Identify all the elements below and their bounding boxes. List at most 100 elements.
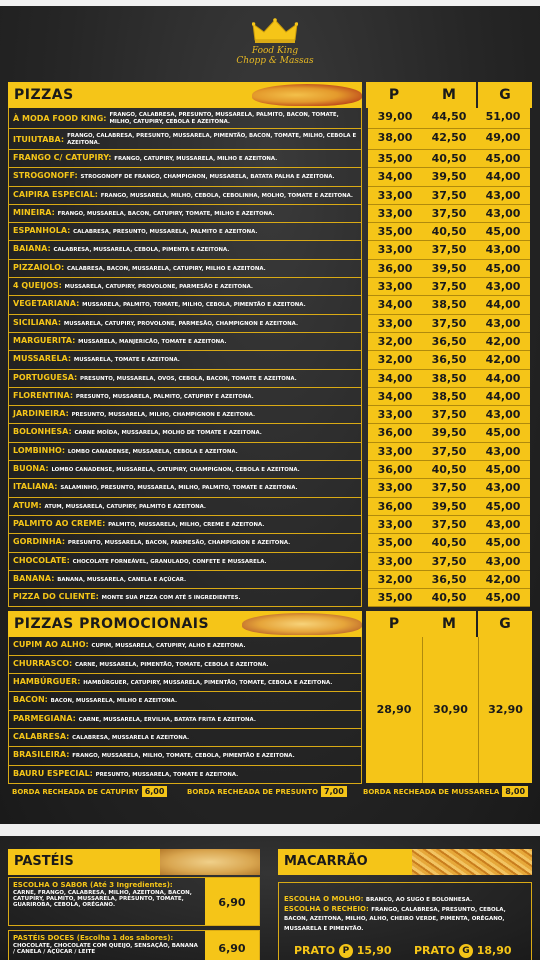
price-g: 43,00	[476, 552, 530, 571]
pastel-image	[160, 849, 260, 875]
pizza-name: PIZZA DO CLIENTE:	[13, 592, 99, 602]
promo-name: BACON:	[13, 695, 48, 705]
price-p: 34,00	[368, 296, 422, 315]
pizza-item: PIZZAIOLO: CALABRESA, BACON, MUSSARELA, …	[8, 259, 362, 279]
pizza-item: ITALIANA: SALAMINHO, PRESUNTO, MUSSARELA…	[8, 479, 362, 498]
pizza-row: PIZZA DO CLIENTE: MONTE SUA PIZZA COM AT…	[8, 589, 532, 608]
pizza-item: JARDINEIRA: PRESUNTO, MUSSARELA, MILHO, …	[8, 406, 362, 425]
recheio-line: ESCOLHA O RECHEIO: FRANGO, CALABRESA, PR…	[284, 905, 526, 934]
size-g-header: G	[478, 82, 532, 108]
macarrao-heading: MACARRÃO	[278, 849, 532, 875]
pizza-ingredients: CALABRESA, BACON, MUSSARELA, CATUPIRY, M…	[67, 265, 266, 272]
borda-presunto: BORDA RECHEADA DE PRESUNTO 7,00	[187, 786, 347, 797]
prato-p-label: PRATO	[294, 944, 336, 957]
promo-item: PARMEGIANA: CARNE, MUSSARELA, ERVILHA, B…	[8, 710, 362, 729]
pizza-item: STROGONOFF: STROGONOFF DE FRANGO, CHAMPI…	[8, 168, 362, 187]
pizza-name: ITUIUTABA:	[13, 134, 65, 144]
borda-catupiry-price: 6,00	[141, 786, 168, 797]
pastel-doce: PASTÉIS DOCES (Escolha 1 dos sabores): C…	[8, 930, 260, 960]
price-p: 33,00	[368, 442, 422, 462]
price-m: 36,50	[422, 351, 476, 370]
price-p: 34,00	[368, 369, 422, 388]
price-m: 37,50	[422, 278, 476, 297]
price-g: 45,00	[476, 223, 530, 242]
borda-mussarela: BORDA RECHEADA DE MUSSARELA 8,00	[363, 786, 529, 797]
price-p: 32,00	[368, 570, 422, 590]
pizza-row: 4 QUEIJOS: MUSSARELA, CATUPIRY, PROVOLON…	[8, 278, 532, 297]
pizza-header-row: PIZZAS P M G	[8, 82, 532, 108]
price-g: 45,00	[476, 461, 530, 480]
price-m: 37,50	[422, 241, 476, 260]
pizza-ingredients: CHOCOLATE FORNEÁVEL, GRANULADO, CONFETE …	[72, 558, 267, 565]
pizza-ingredients: MONTE SUA PIZZA COM ATÉ 5 INGREDIENTES.	[101, 595, 241, 602]
price-m: 39,50	[422, 424, 476, 443]
price-m: 44,50	[422, 108, 476, 129]
price-g: 43,00	[476, 241, 530, 260]
price-p: 33,00	[368, 406, 422, 425]
pizza-item: PIZZA DO CLIENTE: MONTE SUA PIZZA COM AT…	[8, 589, 362, 608]
price-g: 42,00	[476, 332, 530, 352]
price-g: 44,00	[476, 168, 530, 187]
pizza-row: ESPANHOLA: CALABRESA, PRESUNTO, MUSSAREL…	[8, 223, 532, 242]
price-p: 33,00	[368, 479, 422, 498]
pizza-item: À MODA FOOD KING: FRANGO, CALABRESA, PRE…	[8, 108, 362, 129]
price-p: 36,00	[368, 497, 422, 516]
pizza-row: ITUIUTABA: FRANGO, CALABRESA, PRESUNTO, …	[8, 129, 532, 150]
promo-size-p-header: P	[366, 611, 422, 638]
pastel-doce-desc: CHOCOLATE, CHOCOLATE COM QUEIJO, SENSAÇÃ…	[13, 942, 198, 955]
price-m: 38,50	[422, 296, 476, 315]
pizza-row: BANANA: BANANA, MUSSARELA, CANELA E AÇÚC…	[8, 570, 532, 590]
promo-heading: PIZZAS PROMOCIONAIS	[8, 611, 362, 638]
price-p: 33,00	[368, 241, 422, 260]
pizza-ingredients: ATUM, MUSSARELA, CATUPIRY, PALMITO E AZE…	[44, 503, 206, 510]
pastel-salgado-head: ESCOLHA O SABOR (Até 3 Ingredientes):	[13, 881, 173, 889]
molho-options: BRANCO, AO SUGO E BOLONHESA.	[365, 897, 473, 903]
price-g: 51,00	[476, 108, 530, 129]
pizza-name: MARGUERITA:	[13, 335, 76, 345]
pizza-name: ITALIANA:	[13, 482, 58, 492]
pizza-row: GORDINHA: PRESUNTO, MUSSARELA, BACON, PA…	[8, 534, 532, 553]
price-m: 37,50	[422, 314, 476, 333]
pizza-image	[252, 84, 362, 106]
pizza-row: VEGETARIANA: MUSSARELA, PALMITO, TOMATE,…	[8, 296, 532, 315]
pizza-row: MINEIRA: FRANGO, MUSSARELA, BACON, CATUP…	[8, 204, 532, 224]
price-m: 37,50	[422, 204, 476, 224]
brand-name: Food King	[251, 46, 299, 56]
pizza-row: PIZZAIOLO: CALABRESA, BACON, MUSSARELA, …	[8, 259, 532, 279]
promo-section: CUPIM AO ALHO: CUPIM, MUSSARELA, CATUPIR…	[8, 637, 532, 784]
promo-price-m: 30,90	[422, 637, 478, 784]
pizza-item: SICILIANA: MUSSARELA, CATUPIRY, PROVOLON…	[8, 314, 362, 333]
pizza-name: SICILIANA:	[13, 317, 62, 327]
price-p: 35,00	[368, 534, 422, 553]
pizza-item: VEGETARIANA: MUSSARELA, PALMITO, TOMATE,…	[8, 296, 362, 315]
prato-prices: PRATO P 15,90 PRATO G 18,90	[282, 944, 532, 960]
pizza-item: CAIPIRA ESPECIAL: FRANGO, MUSSARELA, MIL…	[8, 186, 362, 205]
price-g: 42,00	[476, 570, 530, 590]
pizza-name: PIZZAIOLO:	[13, 262, 65, 272]
pizza-name: LOMBINHO:	[13, 445, 66, 455]
pizza-item: GORDINHA: PRESUNTO, MUSSARELA, BACON, PA…	[8, 534, 362, 553]
price-m: 40,50	[422, 223, 476, 242]
price-p: 33,00	[368, 314, 422, 333]
price-p: 36,00	[368, 259, 422, 279]
pizza-row: MARGUERITA: MUSSARELA, MANJERICÃO, TOMAT…	[8, 332, 532, 352]
pizza-ingredients: MUSSARELA, MANJERICÃO, TOMATE E AZEITONA…	[78, 338, 227, 345]
borda-catupiry-label: BORDA RECHEADA DE CATUPIRY	[12, 788, 139, 796]
pizza-item: BAIANA: CALABRESA, MUSSARELA, CEBOLA, PI…	[8, 241, 362, 260]
pizza-row: À MODA FOOD KING: FRANGO, CALABRESA, PRE…	[8, 108, 532, 129]
price-p: 33,00	[368, 204, 422, 224]
price-m: 39,50	[422, 168, 476, 187]
borda-options: BORDA RECHEADA DE CATUPIRY 6,00 BORDA REC…	[12, 786, 532, 800]
prato-g-label: PRATO	[414, 944, 456, 957]
borda-presunto-price: 7,00	[321, 786, 347, 797]
pasteis-title: PASTÉIS	[14, 854, 74, 869]
pizza-row: FRANGO C/ CATUPIRY: FRANGO, CATUPIRY, MU…	[8, 150, 532, 169]
price-g: 44,00	[476, 387, 530, 407]
promo-size-m-header: M	[422, 611, 476, 638]
price-p: 39,00	[368, 108, 422, 129]
price-g: 43,00	[476, 278, 530, 297]
molho-line: ESCOLHA O MOLHO: BRANCO, AO SUGO E BOLON…	[284, 895, 526, 905]
macarrao-title: MACARRÃO	[284, 854, 368, 869]
price-m: 42,50	[422, 129, 476, 150]
price-g: 43,00	[476, 186, 530, 205]
